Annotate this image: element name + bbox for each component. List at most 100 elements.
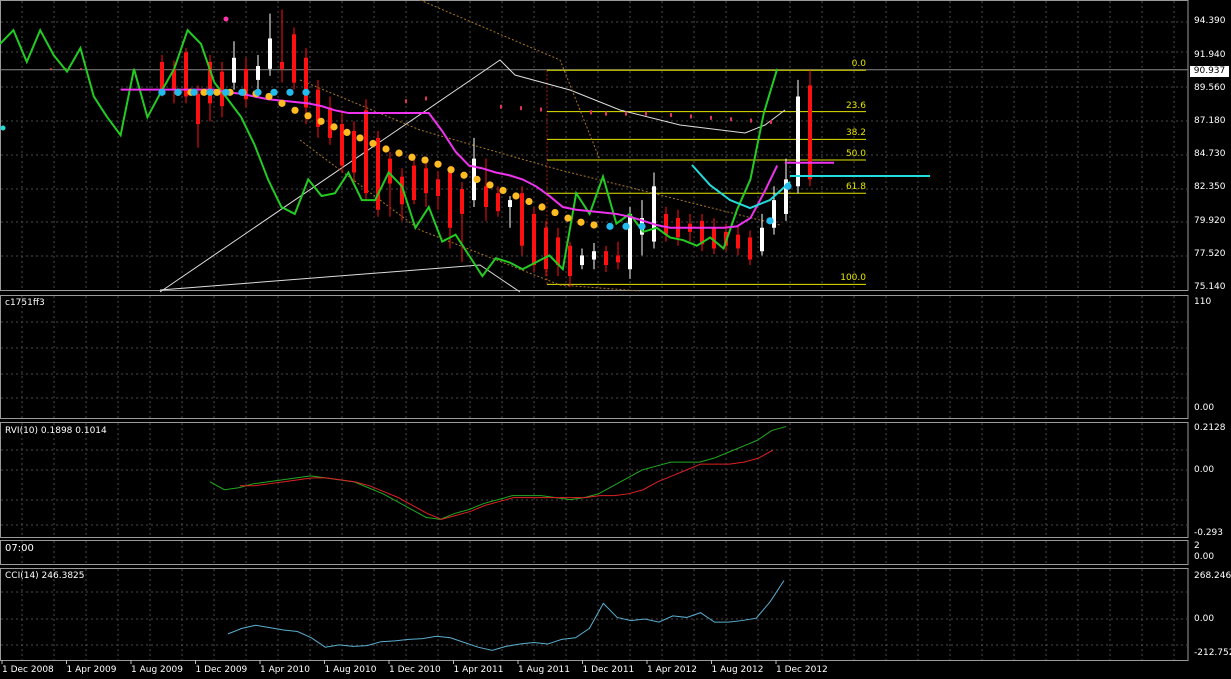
orange-dot <box>291 106 299 114</box>
orange-dot <box>551 208 559 217</box>
orange-dot <box>538 203 546 211</box>
candle-body <box>256 66 260 80</box>
price-tick: 79.920 <box>1194 215 1226 226</box>
orange-dot <box>356 134 364 142</box>
red-marker <box>500 104 502 109</box>
candle-body <box>484 186 488 208</box>
date-tick: 1 Aug 2010 <box>324 665 377 675</box>
cci-title: CCI(14) 246.3825 <box>5 571 85 581</box>
price-tick: 89.560 <box>1194 82 1226 93</box>
candle-body <box>592 251 596 260</box>
candle-body <box>508 200 512 208</box>
candle-body <box>448 172 452 228</box>
candle-body <box>580 255 584 266</box>
orange-dot <box>525 197 533 206</box>
candle-body <box>616 255 620 263</box>
chart-window: c1751ff3 RVI(10) 0.1898 0.1014 07:00 CCI… <box>0 0 1231 679</box>
cyan-dot <box>286 88 294 96</box>
candle-body <box>748 237 752 260</box>
candle-body <box>532 213 536 266</box>
cci-axis-bottom: -212.752 <box>1194 648 1231 658</box>
fib-level-label: 38.2 <box>845 128 866 139</box>
date-tick: 1 Apr 2012 <box>647 665 697 675</box>
date-tick: 1 Dec 2009 <box>195 665 248 675</box>
candle-body <box>628 213 632 270</box>
candle-body <box>436 179 440 196</box>
zigzag-line <box>0 27 779 278</box>
cyan-dot <box>174 88 182 96</box>
cci-axis-zero: 0.00 <box>1194 614 1215 624</box>
candle-body <box>556 237 560 266</box>
candle-body <box>520 193 524 246</box>
panel-border <box>0 295 1189 419</box>
fib-level-label: 61.8 <box>845 182 866 193</box>
candle-body <box>736 234 740 249</box>
red-marker <box>540 107 542 112</box>
date-tick: 1 Dec 2011 <box>582 665 635 675</box>
red-marker <box>750 118 752 123</box>
orange-dot <box>512 192 520 200</box>
red-marker <box>425 96 427 101</box>
price-tick: 91.940 <box>1194 49 1226 60</box>
orange-dot <box>304 112 312 120</box>
date-tick: 1 Apr 2010 <box>260 665 310 675</box>
red-marker <box>520 106 522 111</box>
time-panel-title: 07:00 <box>5 543 34 554</box>
fib-level-label: 23.6 <box>845 100 866 111</box>
panel-border <box>0 568 1189 661</box>
rvi-signal-line <box>240 449 774 520</box>
candle-body <box>424 168 428 194</box>
dashed-channel-line <box>419 0 601 161</box>
candle-body <box>796 96 800 187</box>
rvi-axis-zero: 0.00 <box>1194 465 1215 475</box>
red-marker <box>590 110 592 115</box>
cyan-dot <box>622 222 630 230</box>
red-marker <box>605 111 607 116</box>
candle-body <box>328 107 332 138</box>
orange-dot <box>369 139 377 148</box>
orange-dot <box>317 117 325 125</box>
pink-dot <box>223 16 229 22</box>
orange-dot <box>434 160 442 168</box>
orange-dot <box>343 128 351 137</box>
time-axis-zero: 0.00 <box>1194 552 1215 562</box>
orange-dot <box>278 99 286 107</box>
price-tick: 84.730 <box>1194 149 1226 160</box>
orange-dot <box>408 153 416 161</box>
candle-body <box>340 124 344 166</box>
date-tick: 1 Dec 2010 <box>389 665 441 675</box>
cyan-dot <box>0 125 6 131</box>
cyan-dot <box>784 182 792 190</box>
red-marker <box>770 119 772 124</box>
date-tick: 1 Aug 2011 <box>518 665 570 675</box>
date-tick: 1 Dec 2008 <box>2 665 54 675</box>
candle-body <box>496 193 500 212</box>
candle-body <box>280 61 284 69</box>
cyan-dot <box>606 222 614 230</box>
candle-body <box>760 227 764 252</box>
panel-border <box>0 422 1189 538</box>
time-axis-top: 2 <box>1194 541 1200 551</box>
cyan-dot <box>158 88 166 96</box>
price-tick: 77.520 <box>1194 249 1226 260</box>
orange-dot <box>577 218 585 226</box>
date-tick: 1 Apr 2009 <box>66 665 117 675</box>
red-marker <box>670 113 672 118</box>
rvi-axis-bottom: -0.293 <box>1194 528 1224 538</box>
date-tick: 1 Apr 2011 <box>453 665 504 675</box>
rvi-axis-top: 0.2128 <box>1194 423 1226 433</box>
cyan-dot <box>638 222 646 230</box>
price-tick: 75.140 <box>1194 282 1226 292</box>
dashed-channel-line <box>299 79 781 226</box>
red-marker <box>625 111 627 116</box>
fib-level-label: 100.0 <box>840 273 866 284</box>
orange-dot <box>395 149 403 157</box>
candle-body <box>604 251 608 266</box>
candle-body <box>292 34 296 83</box>
date-tick: 1 Aug 2009 <box>131 665 183 675</box>
candle-body <box>652 186 656 242</box>
candle-body <box>268 38 272 69</box>
orange-dot <box>473 175 481 183</box>
date-tick: 1 Aug 2012 <box>711 665 764 675</box>
candle-body <box>412 165 416 201</box>
